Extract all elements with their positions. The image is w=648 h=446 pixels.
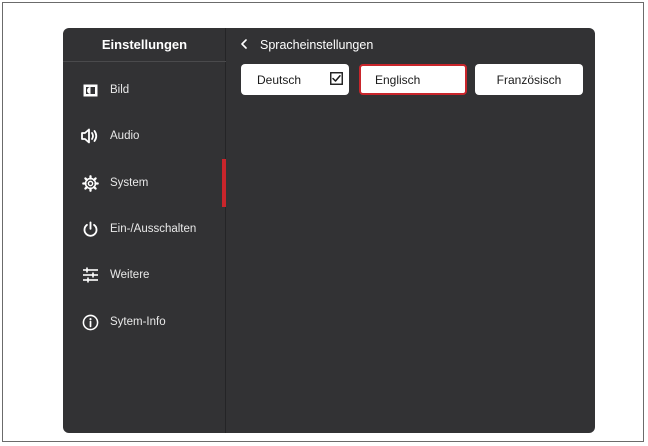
language-label: Deutsch (257, 72, 302, 87)
sidebar-item-audio[interactable]: Audio (63, 113, 223, 159)
sidebar-item-system[interactable]: System (63, 160, 223, 206)
picture-icon (81, 81, 99, 99)
language-option-franzoesisch[interactable]: Französisch (475, 64, 583, 95)
sidebar-item-label: Weitere (110, 269, 150, 281)
settings-panel: Einstellungen Bild Audio System Ein-/Aus… (63, 28, 595, 433)
sidebar-item-label: System (110, 177, 149, 189)
sidebar-item-label: Audio (110, 130, 140, 142)
info-icon (81, 313, 99, 331)
sliders-icon (81, 266, 99, 284)
chevron-left-icon[interactable] (240, 38, 252, 52)
power-icon (81, 220, 99, 238)
language-option-deutsch[interactable]: Deutsch (241, 64, 349, 95)
gear-icon (81, 174, 99, 192)
sidebar-item-weitere[interactable]: Weitere (63, 252, 223, 298)
language-label: Englisch (375, 72, 421, 87)
breadcrumb: Spracheinstellungen (226, 28, 595, 62)
page-title: Spracheinstellungen (260, 38, 374, 52)
sidebar-item-label: Ein-/Ausschalten (110, 223, 197, 235)
sidebar-item-system-info[interactable]: Sytem-Info (63, 299, 223, 345)
sidebar: Einstellungen Bild Audio System Ein-/Aus… (63, 28, 226, 433)
checkbox-checked-icon (330, 72, 343, 85)
sidebar-item-bild[interactable]: Bild (63, 67, 223, 113)
speaker-icon (81, 127, 99, 145)
active-item-indicator (222, 159, 226, 207)
sidebar-item-power[interactable]: Ein-/Ausschalten (63, 206, 223, 252)
language-label: Französisch (496, 72, 562, 87)
sidebar-title: Einstellungen (63, 28, 226, 62)
language-option-englisch[interactable]: Englisch (359, 64, 467, 95)
sidebar-item-label: Bild (110, 84, 130, 96)
sidebar-item-label: Sytem-Info (110, 316, 166, 328)
